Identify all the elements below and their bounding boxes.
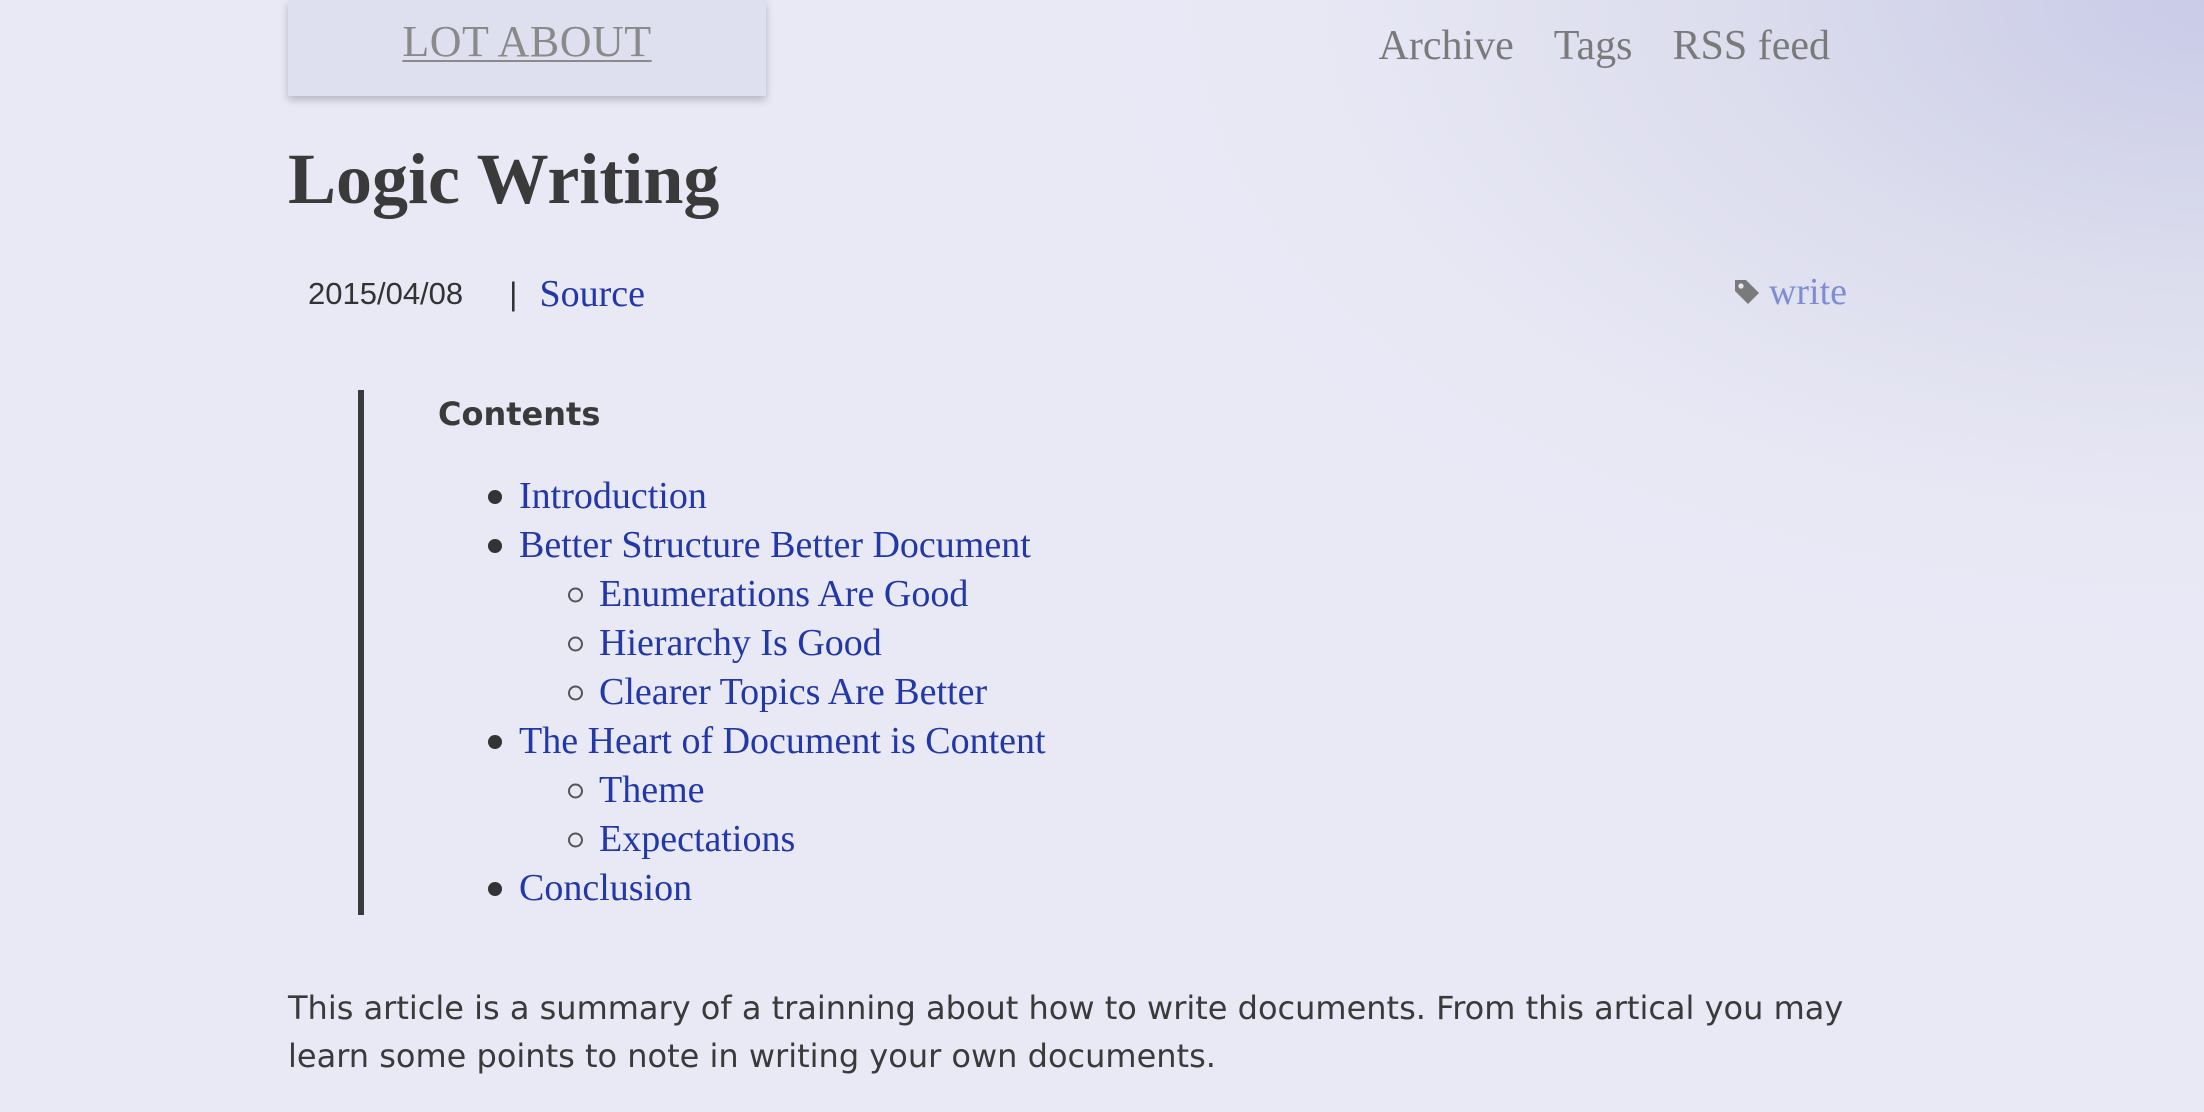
toc-item: Theme (364, 766, 1046, 815)
filled-bullet-icon (488, 881, 502, 896)
post-meta: 2015/04/08 | Source (308, 272, 645, 316)
hollow-bullet-icon (568, 783, 583, 798)
hollow-bullet-icon (568, 685, 583, 700)
nav-rss-feed-link[interactable]: RSS feed (1673, 22, 1831, 70)
intro-paragraph: This article is a summary of a trainning… (288, 989, 1844, 1075)
toc-item: Clearer Topics Are Better (364, 668, 1046, 717)
toc-item: Enumerations Are Good (364, 570, 1046, 619)
tag-write-link[interactable]: write (1769, 270, 1847, 314)
table-of-contents: Contents Introduction Better Structure B… (358, 390, 1564, 915)
toc-link-hierarchy[interactable]: Hierarchy Is Good (599, 622, 882, 664)
toc-item: Introduction (364, 472, 1046, 521)
post-date: 2015/04/08 (308, 276, 464, 311)
toc-link-heart-of-document[interactable]: The Heart of Document is Content (519, 720, 1046, 762)
nav-archive-link[interactable]: Archive (1379, 22, 1514, 70)
filled-bullet-icon (488, 734, 502, 749)
toc-list: Introduction Better Structure Better Doc… (364, 472, 1046, 913)
toc-item: Better Structure Better Document (364, 521, 1046, 570)
toc-item: Hierarchy Is Good (364, 619, 1046, 668)
post-title: Logic Writing (288, 139, 720, 219)
site-logo-box: LOT ABOUT (288, 0, 766, 96)
source-link[interactable]: Source (539, 272, 645, 316)
meta-separator: | (509, 275, 518, 312)
toc-item: The Heart of Document is Content (364, 717, 1046, 766)
toc-item: Conclusion (364, 864, 1046, 913)
filled-bullet-icon (488, 489, 502, 504)
toc-link-conclusion[interactable]: Conclusion (519, 867, 692, 909)
toc-link-enumerations[interactable]: Enumerations Are Good (599, 573, 968, 615)
toc-link-introduction[interactable]: Introduction (519, 475, 707, 517)
nav-tags-link[interactable]: Tags (1554, 22, 1633, 70)
toc-link-better-structure[interactable]: Better Structure Better Document (519, 524, 1031, 566)
site-title-link[interactable]: LOT ABOUT (402, 16, 651, 67)
toc-link-clearer-topics[interactable]: Clearer Topics Are Better (599, 671, 987, 713)
tag-icon (1733, 278, 1761, 306)
post-tags: write (1733, 270, 1847, 314)
hollow-bullet-icon (568, 832, 583, 847)
site-nav: Archive Tags RSS feed (1379, 22, 1831, 70)
filled-bullet-icon (488, 538, 502, 553)
toc-link-theme[interactable]: Theme (599, 769, 705, 811)
toc-link-expectations[interactable]: Expectations (599, 818, 795, 860)
toc-item: Expectations (364, 815, 1046, 864)
hollow-bullet-icon (568, 636, 583, 651)
hollow-bullet-icon (568, 587, 583, 602)
toc-title: Contents (438, 395, 601, 433)
